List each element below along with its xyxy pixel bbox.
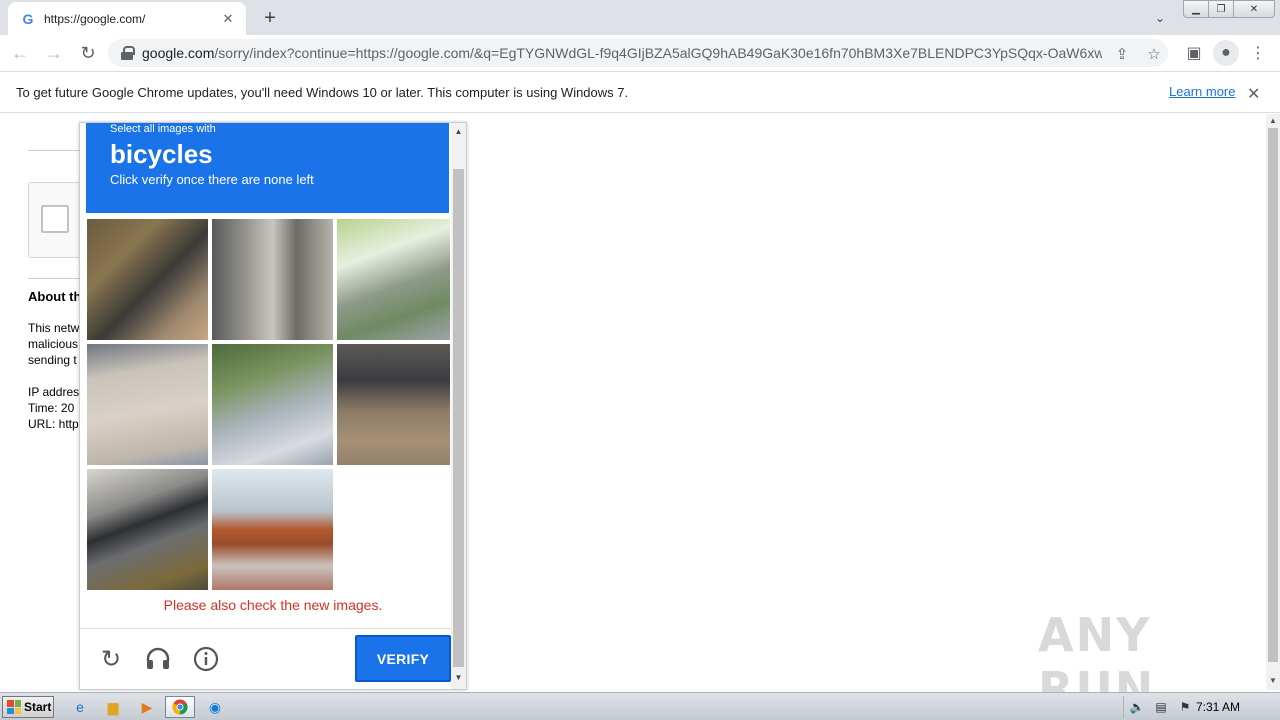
- tab-close-icon[interactable]: ✕: [220, 11, 236, 27]
- recaptcha-challenge-dialog: Select all images with bicycles Click ve…: [79, 122, 467, 690]
- url-text[interactable]: google.com/sorry/index?continue=https://…: [142, 45, 1102, 61]
- info-icon[interactable]: [192, 645, 220, 673]
- captcha-tile[interactable]: [212, 469, 333, 590]
- start-label: Start: [24, 700, 52, 714]
- windows-logo-icon: [7, 700, 21, 714]
- infobar-close-icon[interactable]: ✕: [1247, 84, 1260, 104]
- meta-line: URL: http: [28, 417, 79, 431]
- file-explorer-folder-icon[interactable]: ▆: [101, 697, 125, 717]
- recaptcha-checkbox[interactable]: [41, 205, 69, 233]
- verify-button[interactable]: VERIFY: [355, 635, 451, 682]
- page-scrollbar[interactable]: ▲ ▼: [1266, 114, 1280, 690]
- reload-icon[interactable]: ↻: [74, 39, 102, 67]
- captcha-tile[interactable]: [212, 219, 333, 340]
- tab-title: https://google.com/: [44, 11, 146, 26]
- captcha-tile[interactable]: [87, 219, 208, 340]
- windows-taskbar: Start e ▆ ▶ ◉ 🔈 ▤ ⚑ 7:31 AM: [0, 692, 1280, 720]
- scroll-thumb[interactable]: [453, 169, 464, 667]
- update-infobar: To get future Google Chrome updates, you…: [0, 71, 1280, 113]
- side-panel-icon[interactable]: ▣: [1181, 40, 1207, 66]
- address-bar[interactable]: google.com/sorry/index?continue=https://…: [108, 39, 1168, 67]
- url-path: /sorry/index?continue=https://google.com…: [214, 45, 1102, 61]
- para-line: sending t: [28, 353, 77, 367]
- captcha-tile[interactable]: [212, 344, 333, 465]
- volume-icon[interactable]: 🔈: [1128, 699, 1146, 715]
- google-g-icon: G: [22, 10, 34, 27]
- profile-avatar-icon[interactable]: ●: [1213, 40, 1239, 66]
- target-word: bicycles: [110, 139, 213, 169]
- tray-separator: [1123, 696, 1124, 718]
- meta-line: IP addres: [28, 385, 80, 399]
- taskbar-clock[interactable]: 7:31 AM: [1196, 700, 1240, 714]
- forward-arrow-icon[interactable]: →: [40, 39, 68, 67]
- footer-divider: [80, 628, 466, 629]
- captcha-tile[interactable]: [87, 344, 208, 465]
- scroll-up-arrow-icon[interactable]: ▲: [1268, 116, 1278, 126]
- back-arrow-icon[interactable]: ←: [6, 39, 34, 67]
- about-heading: About th: [28, 289, 82, 304]
- chrome-taskbar-icon[interactable]: [165, 696, 195, 718]
- menu-kebab-icon[interactable]: ⋮: [1245, 40, 1271, 66]
- browser-tab[interactable]: G https://google.com/ ✕: [8, 2, 246, 35]
- lock-icon[interactable]: [120, 46, 135, 60]
- para-line: malicious: [28, 337, 79, 351]
- scroll-down-arrow-icon[interactable]: ▼: [454, 673, 463, 682]
- instruction-hint: Click verify once there are none left: [110, 172, 314, 187]
- tab-search-chevron-icon[interactable]: ⌄: [1150, 8, 1170, 28]
- learn-more-link[interactable]: Learn more: [1169, 84, 1235, 99]
- browser-toolbar: ← → ↻ google.com/sorry/index?continue=ht…: [0, 35, 1280, 71]
- scroll-thumb[interactable]: [1268, 128, 1278, 662]
- url-host: google.com: [142, 45, 215, 61]
- audio-challenge-headphones-icon[interactable]: [144, 645, 172, 673]
- window-restore-button[interactable]: ❐: [1208, 0, 1234, 18]
- tab-strip: G https://google.com/ ✕ + ⌄ ▁ ❐ ✕: [0, 0, 1280, 35]
- action-center-flag-icon[interactable]: ⚑: [1176, 699, 1194, 715]
- challenge-header: Select all images with bicycles Click ve…: [86, 123, 449, 213]
- share-icon[interactable]: ⇪: [1113, 45, 1131, 63]
- window-close-button[interactable]: ✕: [1233, 0, 1275, 18]
- bookmark-star-icon[interactable]: ☆: [1145, 45, 1163, 63]
- meta-line: Time: 20: [28, 401, 75, 415]
- error-message: Please also check the new images.: [163, 597, 383, 613]
- infobar-message: To get future Google Chrome updates, you…: [16, 84, 629, 100]
- scroll-up-arrow-icon[interactable]: ▲: [454, 127, 463, 136]
- captcha-tile[interactable]: [87, 469, 208, 590]
- window-minimize-button[interactable]: ▁: [1183, 0, 1209, 18]
- internet-explorer-icon[interactable]: e: [68, 697, 92, 717]
- edge-icon[interactable]: ◉: [203, 697, 227, 717]
- instruction-prefix: Select all images with: [110, 123, 216, 135]
- new-tab-button[interactable]: +: [258, 6, 282, 30]
- reload-challenge-icon[interactable]: ↻: [97, 645, 125, 673]
- network-icon[interactable]: ▤: [1152, 699, 1170, 715]
- start-button[interactable]: Start: [2, 696, 54, 718]
- para-line: This netw: [28, 321, 80, 335]
- captcha-tile[interactable]: [337, 344, 450, 465]
- media-player-icon[interactable]: ▶: [135, 697, 159, 717]
- captcha-tile[interactable]: [337, 219, 450, 340]
- dialog-scrollbar[interactable]: ▲ ▼: [451, 123, 466, 689]
